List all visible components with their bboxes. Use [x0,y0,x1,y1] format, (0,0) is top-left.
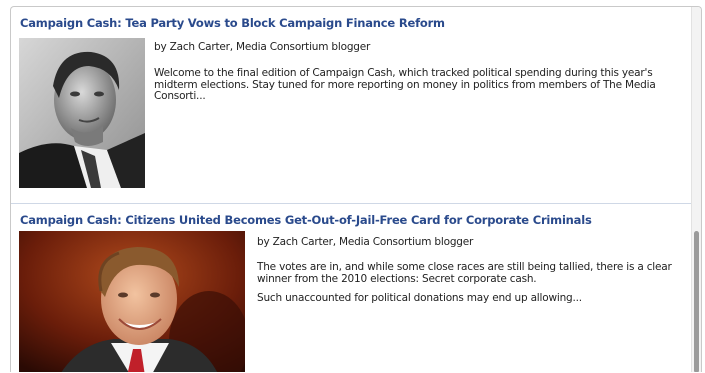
entry-byline: by Zach Carter, Media Consortium blogger [154,41,371,53]
feed-entry: Campaign Cash: Citizens United Becomes G… [11,204,693,372]
entry-excerpt: Welcome to the final edition of Campaign… [154,67,684,111]
feed-entry: Campaign Cash: Tea Party Vows to Block C… [11,7,693,203]
scrollbar-thumb[interactable] [694,231,699,372]
vertical-scrollbar[interactable] [691,7,701,372]
excerpt-paragraph: Welcome to the final edition of Campaign… [154,67,656,102]
entry-title-link[interactable]: Campaign Cash: Citizens United Becomes G… [20,213,592,227]
excerpt-paragraph: The votes are in, and while some close r… [257,261,672,285]
entry-excerpt: The votes are in, and while some close r… [257,261,687,313]
feed-list: Campaign Cash: Tea Party Vows to Block C… [11,7,693,372]
entry-photo[interactable] [19,38,145,188]
excerpt-paragraph: Such unaccounted for political donations… [257,292,582,304]
entry-byline: by Zach Carter, Media Consortium blogger [257,236,474,248]
feed-widget: Campaign Cash: Tea Party Vows to Block C… [10,6,702,372]
entry-title-link[interactable]: Campaign Cash: Tea Party Vows to Block C… [20,16,445,30]
entry-photo[interactable] [19,231,245,372]
